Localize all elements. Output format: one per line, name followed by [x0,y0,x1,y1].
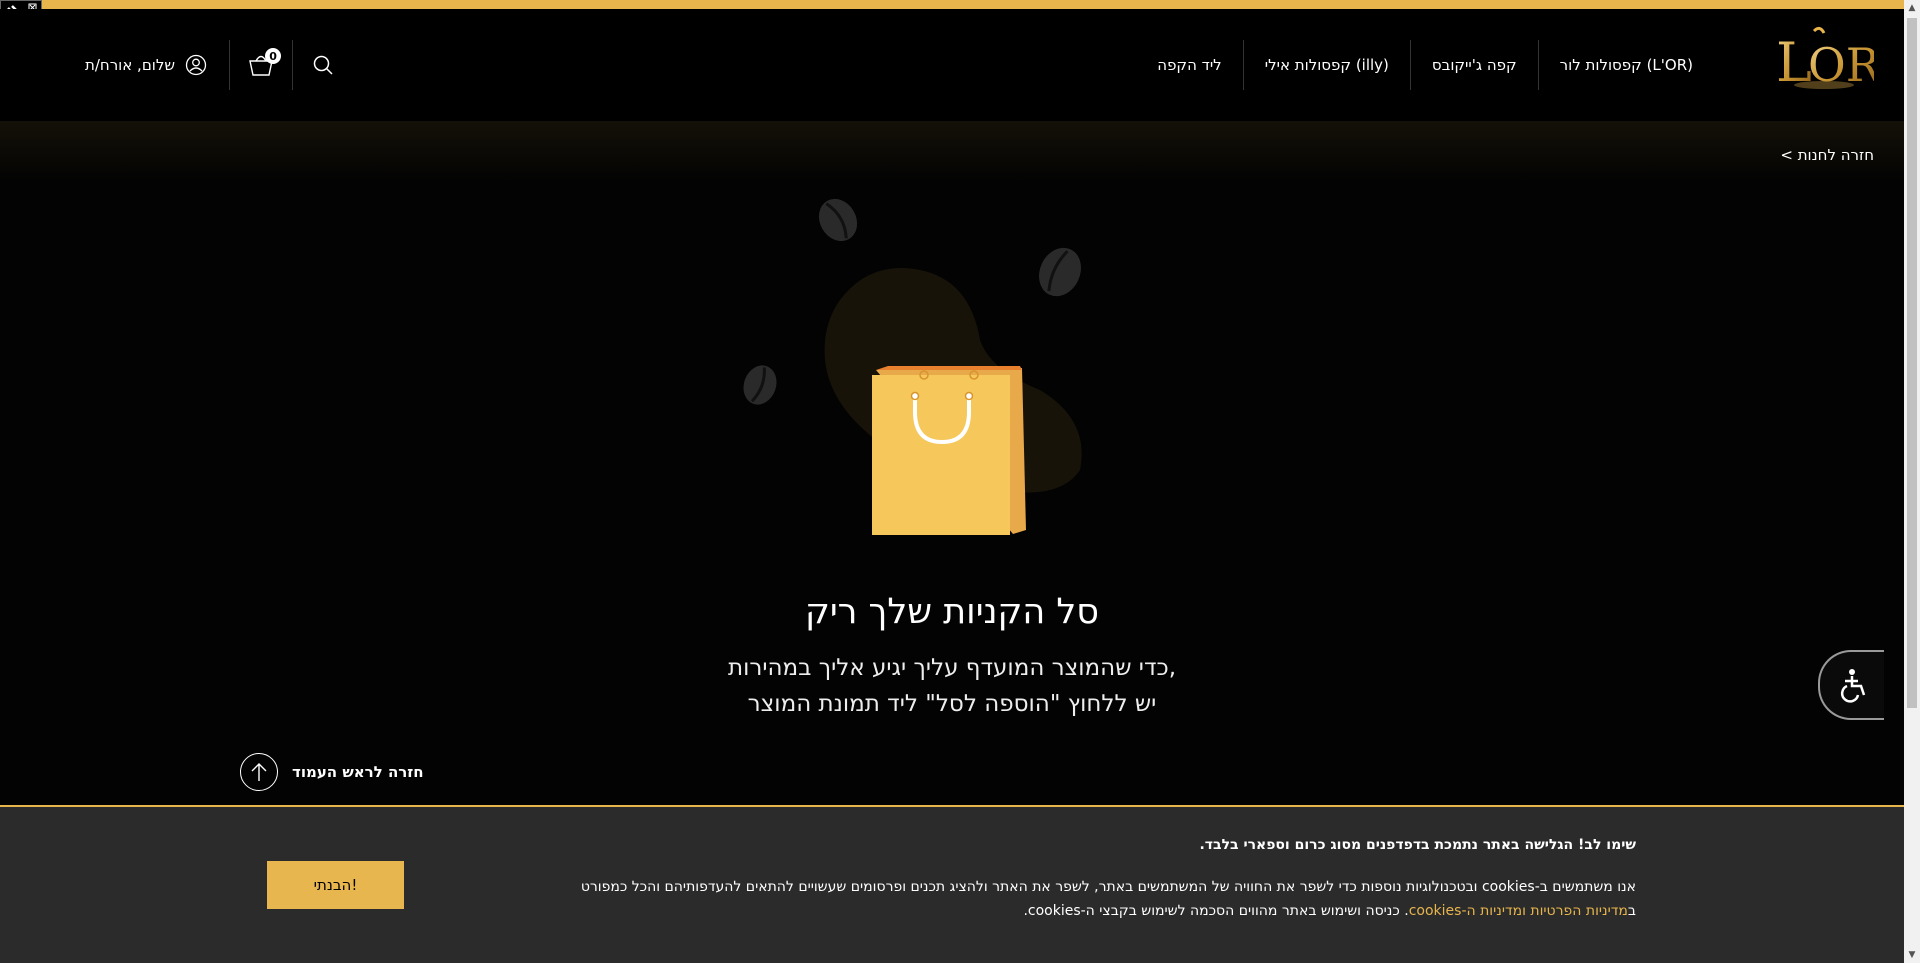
top-accent-bar [0,0,1904,9]
lor-logo[interactable]: L OR [1774,23,1882,98]
search-button[interactable] [293,40,353,90]
empty-cart-illustration [730,190,1130,550]
empty-cart-message: כדי שהמוצר המועדף עליך יגיע אליך במהירות… [0,650,1904,722]
cart-button[interactable]: 0 [230,40,292,90]
accessibility-icon [1840,669,1866,703]
cart-count-badge: 0 [265,48,282,64]
nav-item-lor-capsules[interactable]: קפסולות לור (L'OR) [1539,40,1714,90]
arrow-up-icon [240,753,278,791]
cookie-text: אנו משתמשים ב-cookies ובטכנולוגיות נוספו… [556,875,1636,923]
coffee-bean-icon [818,198,858,242]
coffee-bean-icon [743,365,777,405]
cookie-title: שימו לב! הגלישה באתר נתמכת בדפדפנים מסוג… [1199,837,1636,853]
shopping-bag-icon [872,366,1026,535]
back-to-top-button[interactable]: חזרה לראש העמוד [240,753,424,791]
coffee-bean-icon [1039,247,1081,297]
scrollbar[interactable]: ▲ ▼ [1904,0,1920,963]
scroll-down-arrow-icon[interactable]: ▼ [1904,947,1920,963]
search-icon [313,55,333,75]
nav-item-illy[interactable]: קפסולות אילי (illy) [1244,40,1410,90]
header-glow [0,121,1904,181]
cookie-accept-button[interactable]: הבנתי! [267,861,404,909]
empty-cart-title: סל הקניות שלך ריק [805,592,1099,632]
account-label: שלום, אורח/ת [85,56,176,74]
cookie-text-after: . כניסה ושימוש באתר מהווים הסכמה לשימוש … [1023,903,1409,919]
header-tools: שלום, אורח/ת 0 [85,9,353,121]
main-nav: קפסולות לור (L'OR) קפה ג'ייקובס קפסולות … [1136,9,1714,121]
nav-item-beside-coffee[interactable]: ליד הקפה [1136,40,1242,90]
empty-cart-line-2: יש ללחוץ "הוספה לסל" ליד תמונת המוצר [747,691,1157,717]
account-button[interactable]: שלום, אורח/ת [85,54,229,76]
nav-item-jacobs[interactable]: קפה ג'ייקובס [1411,40,1538,90]
privacy-policy-link[interactable]: מדיניות הפרטיות ומדיניות ה-cookies [1409,903,1628,919]
accessibility-button[interactable] [1818,650,1884,720]
scroll-thumb[interactable] [1907,18,1917,708]
cookie-banner: שימו לב! הגלישה באתר נתמכת בדפדפנים מסוג… [0,805,1904,963]
empty-cart-line-1: כדי שהמוצר המועדף עליך יגיע אליך במהירות… [728,655,1176,681]
user-icon [185,54,207,76]
site-header: L OR קפסולות לור (L'OR) קפה ג'ייקובס קפס… [0,9,1904,121]
back-to-top-label: חזרה לראש העמוד [292,763,424,781]
back-to-store-link[interactable]: < חזרה לחנות [1780,146,1874,164]
scroll-up-arrow-icon[interactable]: ▲ [1904,0,1920,16]
